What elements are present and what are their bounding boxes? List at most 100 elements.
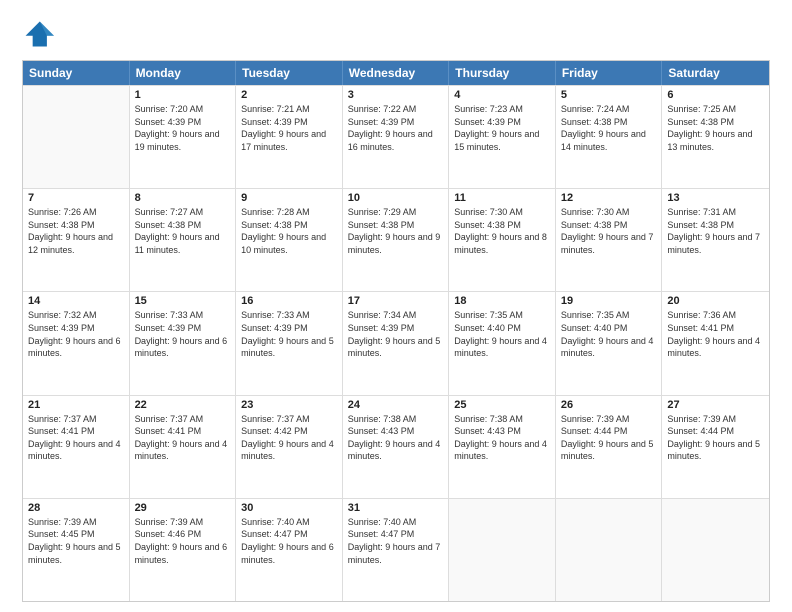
day-number: 17	[348, 295, 444, 307]
day-number: 14	[28, 295, 124, 307]
day-info: Sunrise: 7:33 AMSunset: 4:39 PMDaylight:…	[241, 309, 337, 359]
day-info: Sunrise: 7:37 AMSunset: 4:42 PMDaylight:…	[241, 413, 337, 463]
calendar-week-1: 1 Sunrise: 7:20 AMSunset: 4:39 PMDayligh…	[23, 85, 769, 188]
header-day-friday: Friday	[556, 61, 663, 85]
calendar-day-27: 27 Sunrise: 7:39 AMSunset: 4:44 PMDaylig…	[662, 396, 769, 498]
calendar-day-25: 25 Sunrise: 7:38 AMSunset: 4:43 PMDaylig…	[449, 396, 556, 498]
day-info: Sunrise: 7:39 AMSunset: 4:46 PMDaylight:…	[135, 516, 231, 566]
day-number: 16	[241, 295, 337, 307]
day-info: Sunrise: 7:35 AMSunset: 4:40 PMDaylight:…	[454, 309, 550, 359]
calendar-day-24: 24 Sunrise: 7:38 AMSunset: 4:43 PMDaylig…	[343, 396, 450, 498]
calendar-day-9: 9 Sunrise: 7:28 AMSunset: 4:38 PMDayligh…	[236, 189, 343, 291]
day-number: 2	[241, 89, 337, 101]
day-info: Sunrise: 7:26 AMSunset: 4:38 PMDaylight:…	[28, 206, 124, 256]
calendar-day-empty	[449, 499, 556, 601]
day-number: 24	[348, 399, 444, 411]
calendar-week-4: 21 Sunrise: 7:37 AMSunset: 4:41 PMDaylig…	[23, 395, 769, 498]
day-number: 28	[28, 502, 124, 514]
calendar-day-22: 22 Sunrise: 7:37 AMSunset: 4:41 PMDaylig…	[130, 396, 237, 498]
day-number: 29	[135, 502, 231, 514]
calendar-day-16: 16 Sunrise: 7:33 AMSunset: 4:39 PMDaylig…	[236, 292, 343, 394]
calendar-day-1: 1 Sunrise: 7:20 AMSunset: 4:39 PMDayligh…	[130, 86, 237, 188]
day-info: Sunrise: 7:38 AMSunset: 4:43 PMDaylight:…	[454, 413, 550, 463]
day-number: 5	[561, 89, 657, 101]
day-number: 30	[241, 502, 337, 514]
day-info: Sunrise: 7:38 AMSunset: 4:43 PMDaylight:…	[348, 413, 444, 463]
day-number: 13	[667, 192, 764, 204]
day-number: 25	[454, 399, 550, 411]
day-number: 3	[348, 89, 444, 101]
header-day-wednesday: Wednesday	[343, 61, 450, 85]
day-info: Sunrise: 7:33 AMSunset: 4:39 PMDaylight:…	[135, 309, 231, 359]
calendar-day-empty	[662, 499, 769, 601]
calendar-day-29: 29 Sunrise: 7:39 AMSunset: 4:46 PMDaylig…	[130, 499, 237, 601]
day-info: Sunrise: 7:29 AMSunset: 4:38 PMDaylight:…	[348, 206, 444, 256]
logo-icon	[22, 18, 54, 50]
day-number: 12	[561, 192, 657, 204]
calendar-day-5: 5 Sunrise: 7:24 AMSunset: 4:38 PMDayligh…	[556, 86, 663, 188]
day-info: Sunrise: 7:20 AMSunset: 4:39 PMDaylight:…	[135, 103, 231, 153]
header-day-thursday: Thursday	[449, 61, 556, 85]
day-info: Sunrise: 7:25 AMSunset: 4:38 PMDaylight:…	[667, 103, 764, 153]
day-number: 31	[348, 502, 444, 514]
calendar-day-2: 2 Sunrise: 7:21 AMSunset: 4:39 PMDayligh…	[236, 86, 343, 188]
day-number: 23	[241, 399, 337, 411]
calendar-week-5: 28 Sunrise: 7:39 AMSunset: 4:45 PMDaylig…	[23, 498, 769, 601]
day-number: 26	[561, 399, 657, 411]
day-info: Sunrise: 7:37 AMSunset: 4:41 PMDaylight:…	[28, 413, 124, 463]
day-number: 15	[135, 295, 231, 307]
day-info: Sunrise: 7:39 AMSunset: 4:45 PMDaylight:…	[28, 516, 124, 566]
day-number: 18	[454, 295, 550, 307]
day-number: 27	[667, 399, 764, 411]
calendar-day-28: 28 Sunrise: 7:39 AMSunset: 4:45 PMDaylig…	[23, 499, 130, 601]
day-info: Sunrise: 7:27 AMSunset: 4:38 PMDaylight:…	[135, 206, 231, 256]
day-number: 10	[348, 192, 444, 204]
day-number: 1	[135, 89, 231, 101]
day-info: Sunrise: 7:24 AMSunset: 4:38 PMDaylight:…	[561, 103, 657, 153]
header-day-saturday: Saturday	[662, 61, 769, 85]
calendar-week-2: 7 Sunrise: 7:26 AMSunset: 4:38 PMDayligh…	[23, 188, 769, 291]
calendar-day-10: 10 Sunrise: 7:29 AMSunset: 4:38 PMDaylig…	[343, 189, 450, 291]
day-number: 4	[454, 89, 550, 101]
day-number: 20	[667, 295, 764, 307]
calendar-week-3: 14 Sunrise: 7:32 AMSunset: 4:39 PMDaylig…	[23, 291, 769, 394]
calendar-day-21: 21 Sunrise: 7:37 AMSunset: 4:41 PMDaylig…	[23, 396, 130, 498]
calendar-day-3: 3 Sunrise: 7:22 AMSunset: 4:39 PMDayligh…	[343, 86, 450, 188]
calendar-header: SundayMondayTuesdayWednesdayThursdayFrid…	[23, 61, 769, 85]
calendar-day-13: 13 Sunrise: 7:31 AMSunset: 4:38 PMDaylig…	[662, 189, 769, 291]
day-number: 9	[241, 192, 337, 204]
calendar-day-31: 31 Sunrise: 7:40 AMSunset: 4:47 PMDaylig…	[343, 499, 450, 601]
calendar-day-30: 30 Sunrise: 7:40 AMSunset: 4:47 PMDaylig…	[236, 499, 343, 601]
calendar-body: 1 Sunrise: 7:20 AMSunset: 4:39 PMDayligh…	[23, 85, 769, 601]
calendar-day-12: 12 Sunrise: 7:30 AMSunset: 4:38 PMDaylig…	[556, 189, 663, 291]
header-day-sunday: Sunday	[23, 61, 130, 85]
day-info: Sunrise: 7:23 AMSunset: 4:39 PMDaylight:…	[454, 103, 550, 153]
calendar-day-14: 14 Sunrise: 7:32 AMSunset: 4:39 PMDaylig…	[23, 292, 130, 394]
day-info: Sunrise: 7:34 AMSunset: 4:39 PMDaylight:…	[348, 309, 444, 359]
day-number: 19	[561, 295, 657, 307]
calendar-day-20: 20 Sunrise: 7:36 AMSunset: 4:41 PMDaylig…	[662, 292, 769, 394]
calendar-day-empty	[556, 499, 663, 601]
calendar-day-19: 19 Sunrise: 7:35 AMSunset: 4:40 PMDaylig…	[556, 292, 663, 394]
calendar-day-17: 17 Sunrise: 7:34 AMSunset: 4:39 PMDaylig…	[343, 292, 450, 394]
calendar-day-6: 6 Sunrise: 7:25 AMSunset: 4:38 PMDayligh…	[662, 86, 769, 188]
day-info: Sunrise: 7:36 AMSunset: 4:41 PMDaylight:…	[667, 309, 764, 359]
day-info: Sunrise: 7:39 AMSunset: 4:44 PMDaylight:…	[667, 413, 764, 463]
day-info: Sunrise: 7:22 AMSunset: 4:39 PMDaylight:…	[348, 103, 444, 153]
calendar-day-11: 11 Sunrise: 7:30 AMSunset: 4:38 PMDaylig…	[449, 189, 556, 291]
calendar-day-4: 4 Sunrise: 7:23 AMSunset: 4:39 PMDayligh…	[449, 86, 556, 188]
day-number: 11	[454, 192, 550, 204]
calendar-day-23: 23 Sunrise: 7:37 AMSunset: 4:42 PMDaylig…	[236, 396, 343, 498]
calendar-day-18: 18 Sunrise: 7:35 AMSunset: 4:40 PMDaylig…	[449, 292, 556, 394]
calendar-day-empty	[23, 86, 130, 188]
day-info: Sunrise: 7:30 AMSunset: 4:38 PMDaylight:…	[454, 206, 550, 256]
day-info: Sunrise: 7:37 AMSunset: 4:41 PMDaylight:…	[135, 413, 231, 463]
day-number: 7	[28, 192, 124, 204]
day-info: Sunrise: 7:30 AMSunset: 4:38 PMDaylight:…	[561, 206, 657, 256]
calendar-day-26: 26 Sunrise: 7:39 AMSunset: 4:44 PMDaylig…	[556, 396, 663, 498]
calendar-day-15: 15 Sunrise: 7:33 AMSunset: 4:39 PMDaylig…	[130, 292, 237, 394]
day-info: Sunrise: 7:39 AMSunset: 4:44 PMDaylight:…	[561, 413, 657, 463]
day-info: Sunrise: 7:40 AMSunset: 4:47 PMDaylight:…	[348, 516, 444, 566]
day-info: Sunrise: 7:32 AMSunset: 4:39 PMDaylight:…	[28, 309, 124, 359]
header-day-monday: Monday	[130, 61, 237, 85]
